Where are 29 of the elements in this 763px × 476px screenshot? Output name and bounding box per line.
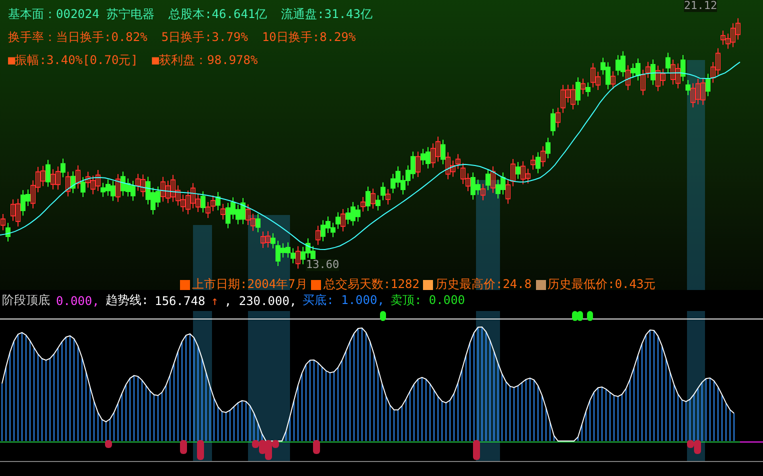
header-text: 10日换手:8.29% <box>262 29 356 46</box>
header-text: 5日换手:3.79% <box>161 29 248 46</box>
info-text: 总交易天数:1282 <box>323 276 420 293</box>
bottom-signal-marker <box>473 440 480 460</box>
legend-text: 趋势线: <box>105 292 149 310</box>
header-text: ■振幅:3.40%[0.70元] <box>8 52 138 69</box>
legend-text: 156.748 <box>154 294 206 308</box>
bottom-signal-marker <box>313 440 320 454</box>
legend-text: 买底: 1.000, <box>302 292 384 310</box>
legend-text: 0.000, <box>56 294 100 308</box>
legend-text: 卖顶: 0.000 <box>390 292 466 310</box>
price-label: 13.60 <box>306 259 340 271</box>
price-label: 21.12 <box>684 0 718 12</box>
info-text: 历史最高价:24.8 <box>435 276 532 293</box>
header-text: 总股本:46.641亿 <box>168 6 268 23</box>
info-text: 上市日期:2004年7月 <box>192 276 308 293</box>
legend-text: , 230.000, <box>224 294 297 308</box>
legend-text: 阶段顶底 <box>2 292 50 310</box>
bottom-signal-marker <box>105 440 112 448</box>
header-text: 流通盘:31.43亿 <box>281 6 373 23</box>
header-text: ■获利盘：98.978% <box>152 52 258 69</box>
top-signal-marker <box>380 311 386 322</box>
top-signal-marker <box>587 311 593 322</box>
bottom-signal-marker <box>197 440 204 460</box>
info-text: 历史最低价:0.43元 <box>548 276 656 293</box>
legend-text: ↑ <box>211 294 218 308</box>
header-text: 换手率：当日换手:0.82% <box>8 29 148 46</box>
bottom-signal-marker <box>180 440 187 454</box>
header-text: 基本面：002024 苏宁电器 <box>8 6 155 23</box>
